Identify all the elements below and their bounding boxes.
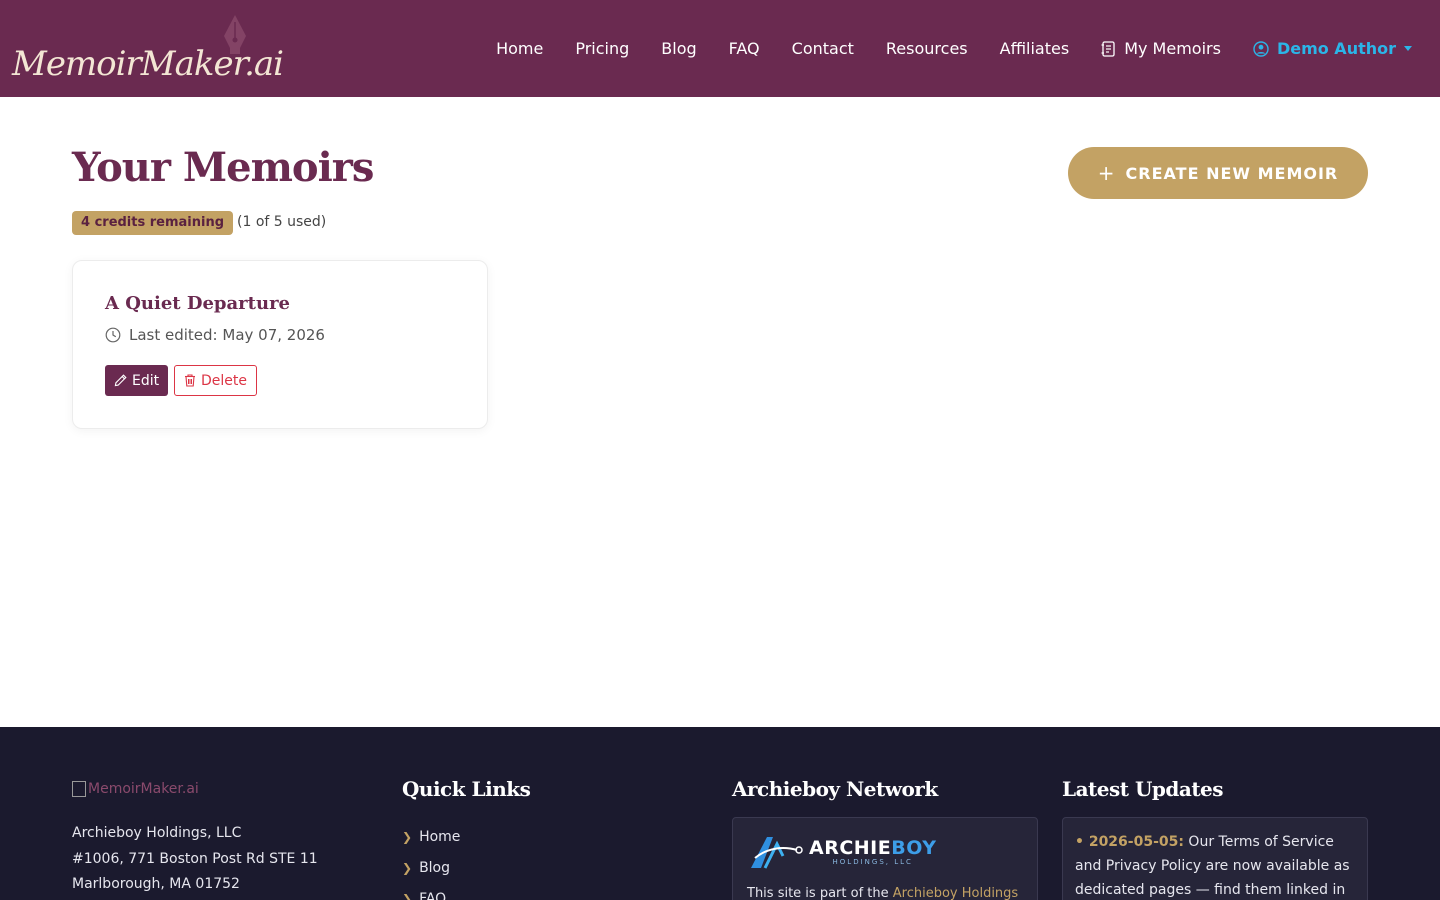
site-footer: MemoirMaker.ai Archieboy Holdings, LLC #… — [0, 727, 1440, 900]
updates-heading: Latest Updates — [1062, 777, 1224, 801]
site-header: MemoirMaker.ai Home Pricing Blog FAQ Con… — [0, 0, 1440, 97]
update-date: • 2026-05-05: — [1075, 834, 1184, 850]
archieboy-sub: HOLDINGS, LLC — [832, 858, 913, 866]
footer-link-label: Home — [419, 829, 461, 845]
main-nav: Home Pricing Blog FAQ Contact Resources … — [464, 0, 1412, 97]
credits-badge: 4 credits remaining — [72, 211, 234, 235]
chevron-right-icon: ❯ — [402, 861, 413, 875]
user-circle-icon — [1253, 40, 1269, 57]
chevron-right-icon: ❯ — [402, 830, 413, 844]
logo-text: MemoirMaker.ai — [12, 44, 284, 84]
page-title: Your Memoirs — [72, 144, 374, 191]
last-edited: Last edited: May 07, 2026 — [105, 326, 325, 344]
nav-my-memoirs[interactable]: My Memoirs — [1101, 39, 1221, 58]
nav-faq[interactable]: FAQ — [729, 39, 760, 58]
footer-link-blog[interactable]: ❯ Blog — [402, 853, 460, 884]
nav-my-memoirs-label: My Memoirs — [1124, 39, 1221, 58]
footer-address: Archieboy Holdings, LLC #1006, 771 Bosto… — [72, 821, 318, 898]
nav-home[interactable]: Home — [496, 39, 543, 58]
archieboy-link[interactable]: Archieboy Holdings — [893, 886, 1018, 900]
pencil-icon — [114, 374, 127, 387]
archieboy-logo[interactable]: ARCHIEBOY HOLDINGS, LLC — [749, 834, 936, 870]
footer-logo-alt-text: MemoirMaker.ai — [88, 781, 199, 797]
updates-box: • 2026-05-05: Our Terms of Service and P… — [1062, 817, 1368, 900]
address-line: Marlborough, MA 01752 — [72, 876, 240, 892]
nav-resources[interactable]: Resources — [886, 39, 968, 58]
trash-icon — [184, 374, 196, 387]
network-text-prefix: This site is part of the — [747, 886, 893, 900]
quick-links: ❯ Home ❯ Blog ❯ FAQ — [402, 822, 460, 900]
journal-icon — [1101, 40, 1116, 57]
quick-links-heading: Quick Links — [402, 777, 531, 801]
archieboy-name-accent: BOY — [891, 837, 937, 859]
user-menu-toggle[interactable]: Demo Author — [1253, 39, 1412, 58]
delete-label: Delete — [201, 372, 247, 389]
update-item: • 2026-05-05: Our Terms of Service and P… — [1075, 830, 1359, 900]
plus-icon: + — [1097, 161, 1116, 185]
caret-down-icon — [1404, 46, 1412, 51]
footer-link-home[interactable]: ❯ Home — [402, 822, 460, 853]
network-heading: Archieboy Network — [732, 777, 938, 801]
network-text: This site is part of the Archieboy Holdi… — [747, 886, 1018, 900]
network-box: ARCHIEBOY HOLDINGS, LLC This site is par… — [732, 817, 1038, 900]
nav-contact[interactable]: Contact — [792, 39, 854, 58]
nav-pricing[interactable]: Pricing — [575, 39, 629, 58]
nav-affiliates[interactable]: Affiliates — [1000, 39, 1070, 58]
archieboy-name: ARCHIE — [809, 837, 892, 859]
footer-logo[interactable]: MemoirMaker.ai — [72, 781, 199, 797]
edit-label: Edit — [132, 372, 160, 389]
site-logo[interactable]: MemoirMaker.ai — [12, 14, 284, 88]
last-edited-text: Last edited: May 07, 2026 — [129, 326, 325, 344]
address-line: #1006, 771 Boston Post Rd STE 11 — [72, 850, 318, 867]
footer-link-faq[interactable]: ❯ FAQ — [402, 884, 460, 900]
footer-link-label: Blog — [419, 860, 451, 876]
memoir-card: A Quiet Departure Last edited: May 07, 2… — [72, 260, 488, 429]
nav-blog[interactable]: Blog — [661, 39, 696, 58]
credits-used-text: (1 of 5 used) — [237, 214, 327, 230]
memoir-title[interactable]: A Quiet Departure — [105, 293, 290, 314]
chevron-right-icon: ❯ — [402, 892, 413, 900]
delete-button[interactable]: Delete — [174, 365, 257, 396]
create-new-memoir-button[interactable]: + CREATE NEW MEMOIR — [1068, 147, 1368, 199]
user-name: Demo Author — [1276, 39, 1396, 58]
archieboy-a-icon — [751, 837, 803, 869]
clock-icon — [105, 327, 121, 343]
broken-image-icon — [72, 781, 86, 797]
address-line: Archieboy Holdings, LLC — [72, 825, 242, 841]
create-new-memoir-label: CREATE NEW MEMOIR — [1125, 163, 1339, 183]
edit-button[interactable]: Edit — [105, 365, 169, 396]
footer-link-label: FAQ — [419, 891, 447, 900]
